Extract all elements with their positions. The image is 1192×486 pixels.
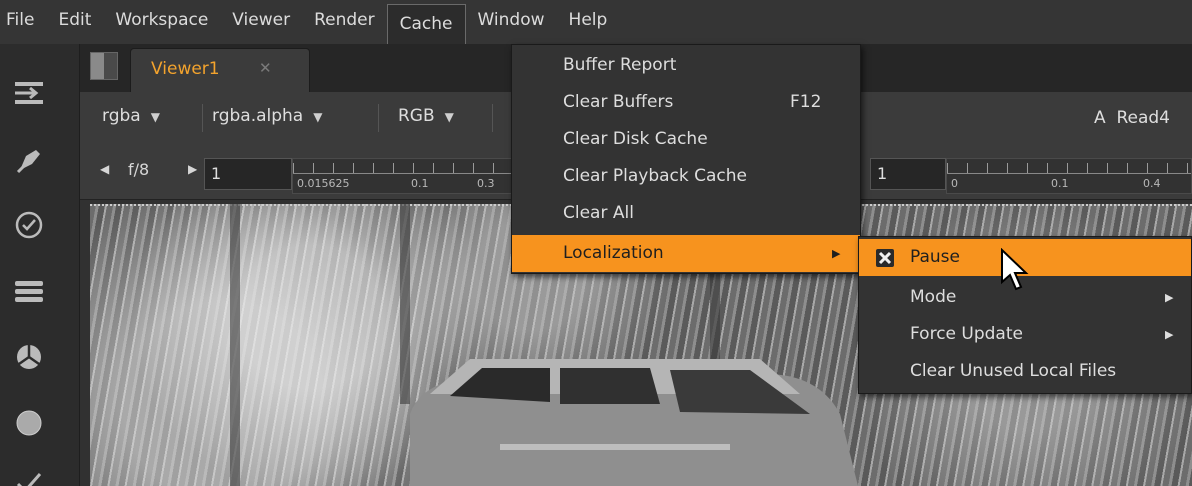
menu-item-label: Clear Buffers bbox=[563, 92, 674, 112]
tab-viewer1[interactable]: Viewer1 ✕ bbox=[130, 48, 310, 92]
filter-sphere-icon[interactable] bbox=[12, 406, 46, 440]
menu-item-clear-buffers[interactable]: Clear Buffers F12 bbox=[512, 84, 860, 121]
fstop-label[interactable]: f/8 bbox=[128, 160, 149, 179]
divider bbox=[202, 104, 203, 132]
input-arrow-icon[interactable] bbox=[12, 76, 46, 110]
menu-cache[interactable]: Cache bbox=[386, 4, 466, 44]
menu-item-clear-unused-local-files[interactable]: Clear Unused Local Files bbox=[859, 353, 1191, 390]
fstop-left-arrow-icon[interactable]: ◀ bbox=[100, 162, 109, 176]
panel-menu-icon[interactable] bbox=[90, 52, 118, 80]
menu-item-clear-playback-cache[interactable]: Clear Playback Cache bbox=[512, 158, 860, 195]
input-node-name: Read4 bbox=[1116, 108, 1170, 128]
divider bbox=[492, 104, 493, 132]
menu-workspace[interactable]: Workspace bbox=[103, 0, 220, 44]
clock-icon[interactable] bbox=[12, 208, 46, 242]
submenu-arrow-icon: ▶ bbox=[1165, 291, 1174, 304]
alpha-channel-dropdown[interactable]: rgba.alpha ▼ bbox=[212, 106, 322, 126]
menu-item-label: Clear Unused Local Files bbox=[910, 361, 1117, 381]
alpha-value: rgba.alpha bbox=[212, 106, 304, 126]
cache-menu: Buffer Report Clear Buffers F12 Clear Dis… bbox=[511, 44, 861, 274]
menu-viewer[interactable]: Viewer bbox=[220, 0, 302, 44]
menu-item-label: Force Update bbox=[910, 324, 1023, 344]
input-prefix: A bbox=[1094, 108, 1106, 128]
gain-field[interactable]: 1 bbox=[204, 158, 292, 190]
input-a-selector[interactable]: A Read4 bbox=[1094, 108, 1170, 128]
ruler-line bbox=[293, 173, 511, 174]
ruler-ticks bbox=[947, 163, 1191, 173]
tick-label: 0.4 bbox=[1143, 177, 1161, 190]
tick-label: 0.3 bbox=[477, 177, 495, 190]
car-image bbox=[410, 359, 858, 486]
tick-label: 0.1 bbox=[1051, 177, 1069, 190]
mouse-cursor-icon bbox=[1001, 248, 1029, 291]
shortcut-label: F12 bbox=[790, 92, 822, 112]
color-wheel-icon[interactable] bbox=[12, 340, 46, 374]
keyer-check-icon[interactable] bbox=[12, 464, 46, 486]
fstop-right-arrow-icon[interactable]: ▶ bbox=[188, 162, 197, 176]
close-icon[interactable]: ✕ bbox=[259, 59, 272, 77]
ruler-line bbox=[947, 173, 1191, 174]
menu-item-clear-all[interactable]: Clear All bbox=[512, 195, 860, 232]
menu-item-label: Mode bbox=[910, 287, 957, 307]
menu-item-label: Buffer Report bbox=[563, 55, 677, 75]
menu-edit[interactable]: Edit bbox=[46, 0, 103, 44]
menu-bar: File Edit Workspace Viewer Render Cache … bbox=[0, 0, 1192, 44]
menu-file[interactable]: File bbox=[0, 0, 46, 44]
menu-window[interactable]: Window bbox=[466, 0, 557, 44]
tab-label: Viewer1 bbox=[151, 59, 220, 79]
dropdown-arrow-icon: ▼ bbox=[313, 110, 323, 124]
layers-icon[interactable] bbox=[12, 274, 46, 308]
left-toolbar bbox=[0, 44, 80, 486]
menu-item-label: Clear All bbox=[563, 203, 634, 223]
gain-slider[interactable]: 0.015625 0.1 0.3 bbox=[292, 158, 512, 194]
menu-item-label: Clear Disk Cache bbox=[563, 129, 708, 149]
menu-render[interactable]: Render bbox=[302, 0, 387, 44]
display-channel-dropdown[interactable]: RGB ▼ bbox=[398, 106, 454, 126]
tick-label: 0.1 bbox=[411, 177, 429, 190]
paint-brush-icon[interactable] bbox=[12, 142, 46, 176]
display-value: RGB bbox=[398, 106, 435, 126]
tree-trunk bbox=[230, 204, 240, 486]
menu-item-label: Localization bbox=[563, 243, 664, 263]
ruler-ticks bbox=[293, 163, 511, 173]
tick-label: 0.015625 bbox=[297, 177, 350, 190]
gamma-field[interactable]: 1 bbox=[870, 158, 946, 190]
menu-item-localization[interactable]: Localization ▶ bbox=[512, 235, 860, 272]
divider bbox=[378, 104, 379, 132]
menu-item-label: Clear Playback Cache bbox=[563, 166, 747, 186]
menu-item-label: Pause bbox=[910, 247, 960, 267]
checked-box-icon bbox=[876, 249, 894, 267]
layer-value: rgba bbox=[102, 106, 141, 126]
dropdown-arrow-icon: ▼ bbox=[150, 110, 160, 124]
submenu-arrow-icon: ▶ bbox=[1165, 328, 1174, 341]
tick-label: 0 bbox=[951, 177, 958, 190]
menu-item-buffer-report[interactable]: Buffer Report bbox=[512, 47, 860, 84]
menu-help[interactable]: Help bbox=[557, 0, 620, 44]
submenu-arrow-icon: ▶ bbox=[832, 247, 841, 260]
menu-item-clear-disk-cache[interactable]: Clear Disk Cache bbox=[512, 121, 860, 158]
gamma-slider[interactable]: 0 0.1 0.4 bbox=[946, 158, 1192, 194]
layer-dropdown[interactable]: rgba ▼ bbox=[102, 106, 160, 126]
menu-item-force-update[interactable]: Force Update ▶ bbox=[859, 316, 1191, 353]
dropdown-arrow-icon: ▼ bbox=[444, 110, 454, 124]
